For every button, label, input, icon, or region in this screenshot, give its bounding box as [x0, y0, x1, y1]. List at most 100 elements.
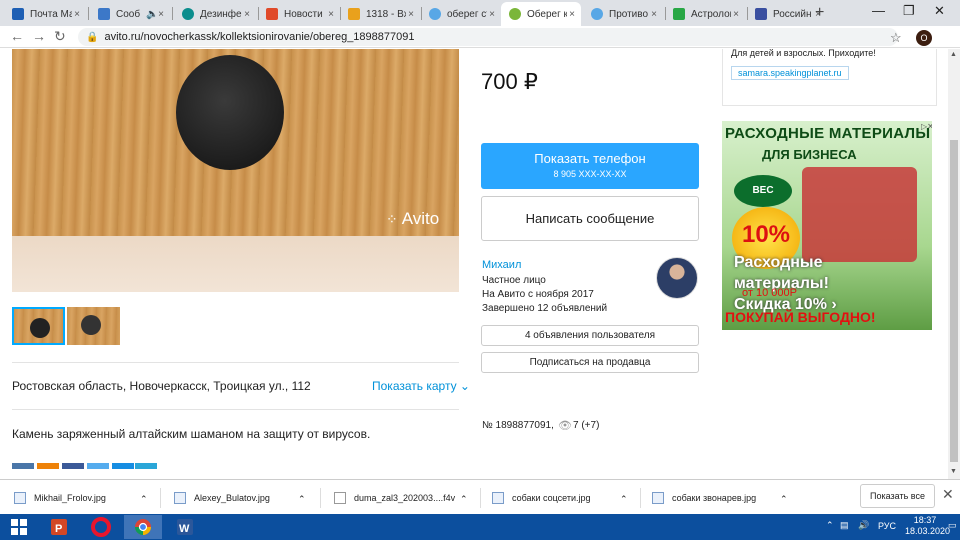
- divider: [12, 362, 459, 363]
- image-file-icon: [14, 492, 26, 504]
- avito-watermark: ⁘ Avito: [386, 209, 440, 228]
- text-ad[interactable]: Для детей и взрослых. Приходите! samara.…: [722, 49, 937, 106]
- share-vk-button[interactable]: [12, 463, 34, 469]
- downloads-bar: Mikhail_Frolov.jpg ⌃ Alexey_Bulatov.jpg …: [0, 479, 960, 514]
- browser-tab[interactable]: Сооб 🔈 ×: [90, 2, 170, 26]
- browser-tab[interactable]: Астролог ×: [665, 2, 745, 26]
- download-item[interactable]: duma_zal3_202003....f4v: [334, 489, 455, 507]
- file-icon: [334, 492, 346, 504]
- bookmark-star-icon[interactable]: ☆: [890, 30, 902, 46]
- seller-completed: Завершено 12 объявлений: [482, 303, 608, 314]
- opera-icon[interactable]: [82, 515, 120, 539]
- close-tab-icon[interactable]: ×: [567, 9, 577, 20]
- close-tab-icon[interactable]: ×: [156, 9, 166, 20]
- browser-tab[interactable]: Дезинфе ×: [174, 2, 256, 26]
- divider: [12, 409, 459, 410]
- write-message-button[interactable]: Написать сообщение: [481, 196, 699, 241]
- text-ad-caption: Для детей и взрослых. Приходите!: [731, 49, 876, 58]
- show-all-downloads-button[interactable]: Показать все: [860, 484, 935, 508]
- language-indicator[interactable]: РУС: [878, 521, 896, 531]
- network-icon[interactable]: ▤: [840, 520, 849, 531]
- restore-icon[interactable]: ❐: [903, 3, 915, 19]
- notifications-icon[interactable]: ▭: [948, 520, 957, 531]
- browser-tab[interactable]: Почта Ма ×: [4, 2, 86, 26]
- share-mail-button[interactable]: [112, 463, 134, 469]
- avito-favicon-icon: [429, 8, 441, 20]
- stone-image: [176, 55, 284, 170]
- close-window-icon[interactable]: ✕: [934, 3, 945, 19]
- scrollbar-thumb[interactable]: [950, 140, 958, 462]
- browser-tab-active[interactable]: Оберег к ×: [501, 2, 581, 26]
- download-item[interactable]: собаки соцсети.jpg: [492, 489, 591, 507]
- chevron-up-icon[interactable]: ⌃: [140, 490, 148, 508]
- page-content: ⁘ Avito Ростовская область, Новочеркасск,…: [0, 49, 948, 479]
- text-ad-link[interactable]: samara.speakingplanet.ru: [731, 66, 849, 80]
- banner-ad[interactable]: РАСХОДНЫЕ МАТЕРИАЛЫ ДЛЯ БИЗНЕСА ВЕС elve…: [722, 121, 932, 330]
- adchoices-icon[interactable]: ▷✕: [921, 122, 932, 131]
- avito-favicon-icon: [591, 8, 603, 20]
- eye-icon: 👁: [558, 420, 572, 432]
- close-tab-icon[interactable]: ×: [406, 9, 416, 20]
- chevron-up-icon[interactable]: ⌃: [460, 490, 468, 508]
- browser-toolbar: ← → ↻ 🔒 avito.ru/novocherkassk/kollektsio…: [0, 26, 960, 69]
- speaker-icon[interactable]: 🔈: [146, 9, 158, 20]
- forward-icon[interactable]: →: [32, 28, 46, 44]
- show-map-link[interactable]: Показать карту ⌄: [372, 379, 470, 393]
- chevron-down-icon: ⌄: [459, 379, 470, 393]
- banner-subtitle: ДЛЯ БИЗНЕСА: [762, 147, 857, 162]
- banner-logo: ВЕС elves.ru: [734, 175, 792, 228]
- chevron-up-icon[interactable]: ⌃: [620, 490, 628, 508]
- share-ok-button[interactable]: [37, 463, 59, 469]
- new-tab-icon[interactable]: +: [815, 4, 824, 22]
- volume-icon[interactable]: 🔊: [858, 520, 869, 531]
- user-ads-button[interactable]: 4 объявления пользователя: [481, 325, 699, 346]
- scroll-down-icon[interactable]: ▼: [950, 468, 957, 475]
- close-tab-icon[interactable]: ×: [72, 9, 82, 20]
- banner-headline: Расходные материалы! Скидка 10% ›: [734, 254, 837, 313]
- close-tab-icon[interactable]: ×: [326, 9, 336, 20]
- reload-icon[interactable]: ↻: [54, 28, 66, 45]
- share-twitter-button[interactable]: [87, 463, 109, 469]
- download-item[interactable]: Mikhail_Frolov.jpg: [14, 489, 106, 507]
- browser-tab[interactable]: 1318 - Вх ×: [340, 2, 420, 26]
- word-icon[interactable]: W: [166, 515, 204, 539]
- image-file-icon: [652, 492, 664, 504]
- close-tab-icon[interactable]: ×: [649, 9, 659, 20]
- share-fb-button[interactable]: [62, 463, 84, 469]
- chrome-icon[interactable]: [124, 515, 162, 539]
- powerpoint-icon[interactable]: P: [40, 515, 78, 539]
- photo-thumbnail[interactable]: [12, 307, 65, 345]
- message-favicon-icon: [98, 8, 110, 20]
- share-lj-button[interactable]: [135, 463, 157, 469]
- address-bar[interactable]: 🔒 avito.ru/novocherkassk/kollektsionirova…: [78, 28, 898, 46]
- browser-tab[interactable]: Противо ×: [583, 2, 663, 26]
- chevron-up-icon[interactable]: ⌃: [780, 490, 788, 508]
- show-phone-button[interactable]: Показать телефон 8 905 XXX-XX-XX: [481, 143, 699, 189]
- chevron-up-icon[interactable]: ⌃: [298, 490, 306, 508]
- subscribe-seller-button[interactable]: Подписаться на продавца: [481, 352, 699, 373]
- profile-avatar[interactable]: O: [916, 30, 932, 46]
- browser-tab[interactable]: оберег ст ×: [421, 2, 501, 26]
- url-text: avito.ru/novocherkassk/kollektsionirovan…: [104, 31, 415, 43]
- avito-favicon-icon: [509, 8, 521, 20]
- close-downloads-icon[interactable]: ✕: [942, 486, 954, 503]
- banner-footer: ПОКУПАЙ ВЫГОДНО!: [725, 309, 876, 325]
- download-item[interactable]: собаки звонарев.jpg: [652, 489, 756, 507]
- photo-thumbnail[interactable]: [67, 307, 120, 345]
- close-tab-icon[interactable]: ×: [242, 9, 252, 20]
- close-tab-icon[interactable]: ×: [731, 9, 741, 20]
- svg-text:W: W: [179, 523, 190, 535]
- seller-name-link[interactable]: Михаил: [482, 259, 521, 271]
- seller-avatar[interactable]: [656, 257, 698, 299]
- system-clock[interactable]: 18:37 18.03.2020: [905, 515, 950, 537]
- seller-type: Частное лицо: [482, 275, 546, 286]
- scroll-up-icon[interactable]: ▲: [950, 51, 957, 58]
- download-item[interactable]: Alexey_Bulatov.jpg: [174, 489, 270, 507]
- site-favicon-icon: [182, 8, 194, 20]
- browser-tab[interactable]: Новости ×: [258, 2, 340, 26]
- minimize-icon[interactable]: —: [872, 3, 885, 18]
- back-icon[interactable]: ←: [10, 28, 24, 44]
- windows-start-icon[interactable]: [0, 515, 38, 539]
- tray-chevron-icon[interactable]: ⌃: [826, 520, 834, 531]
- close-tab-icon[interactable]: ×: [487, 9, 497, 20]
